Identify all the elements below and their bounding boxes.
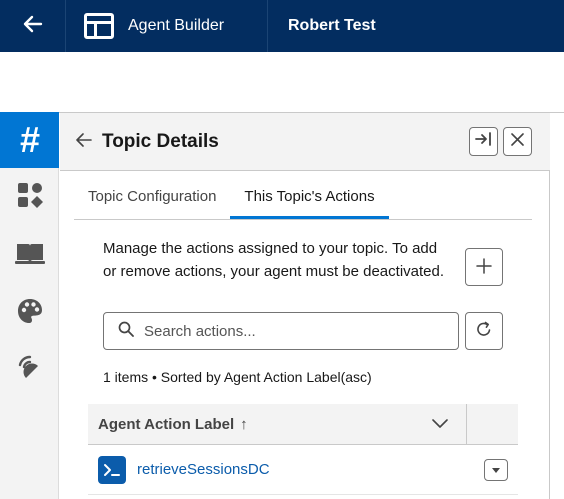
- panel-header: Topic Details: [60, 113, 550, 171]
- rail-item-connections[interactable]: [0, 342, 59, 400]
- action-link[interactable]: retrieveSessionsDC: [137, 461, 270, 478]
- tab-topic-actions[interactable]: This Topic's Actions: [230, 177, 389, 219]
- collapse-right-icon: [475, 132, 492, 151]
- app-layout-icon: [84, 13, 114, 39]
- list-summary: 1 items • Sorted by Agent Action Label(a…: [103, 369, 372, 385]
- sort-ascending-icon: ↑: [240, 415, 248, 433]
- add-action-button[interactable]: [465, 248, 503, 286]
- apex-action-icon: [98, 455, 126, 484]
- refresh-button[interactable]: [465, 312, 503, 350]
- palette-icon: [17, 298, 43, 329]
- app-label: Agent Builder: [128, 17, 225, 34]
- column-divider: [466, 404, 467, 445]
- rail-item-appearance[interactable]: [0, 284, 59, 342]
- global-header: Agent Builder Robert Test: [0, 0, 564, 52]
- plus-icon: [476, 253, 492, 281]
- record-name: Robert Test: [288, 17, 376, 34]
- table-row: retrieveSessionsDC: [88, 445, 518, 495]
- search-icon: [118, 321, 134, 342]
- close-panel-button[interactable]: [503, 127, 532, 156]
- panel-title: Topic Details: [102, 130, 219, 152]
- panel-back-button[interactable]: [76, 131, 92, 152]
- column-header-label: Agent Action Label: [98, 415, 235, 433]
- app-name: Agent Builder: [66, 0, 268, 52]
- search-actions-input[interactable]: [144, 322, 434, 340]
- tab-topic-configuration[interactable]: Topic Configuration: [74, 177, 230, 219]
- signal-icon: [16, 355, 44, 388]
- caret-down-icon: [491, 461, 501, 479]
- actions-description: Manage the actions assigned to your topi…: [103, 240, 445, 280]
- table-header: Agent Action Label ↑: [88, 404, 518, 445]
- rail-item-library[interactable]: [0, 226, 59, 284]
- search-actions-field[interactable]: [103, 312, 459, 350]
- hash-icon: #: [19, 119, 40, 160]
- book-icon: [14, 242, 45, 269]
- refresh-icon: [476, 321, 492, 342]
- rail-item-components[interactable]: [0, 168, 59, 226]
- topic-details-panel: Topic Details Topic Configuration This T…: [60, 113, 550, 499]
- shapes-icon: [17, 182, 43, 213]
- topic-tabs: Topic Configuration This Topic's Actions: [74, 177, 532, 220]
- rail-item-topics[interactable]: #: [0, 112, 59, 168]
- back-arrow-button[interactable]: [0, 0, 66, 52]
- close-icon: [511, 132, 524, 151]
- collapse-panel-button[interactable]: [469, 127, 498, 156]
- column-header-agent-action-label[interactable]: Agent Action Label ↑: [88, 416, 248, 433]
- left-rail: #: [0, 112, 59, 499]
- chevron-down-icon[interactable]: [432, 416, 448, 434]
- row-actions-button[interactable]: [484, 459, 508, 481]
- arrow-left-icon: [23, 13, 43, 39]
